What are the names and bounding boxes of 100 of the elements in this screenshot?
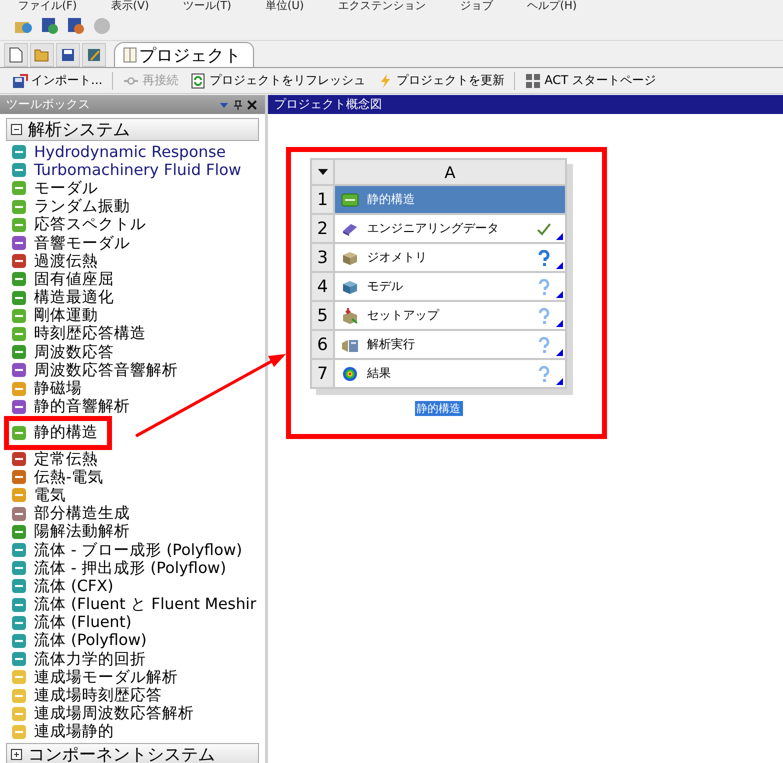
cell-label: ジオメトリ [367, 249, 428, 266]
toolbox-item[interactable]: 流体力学的回折 [12, 650, 265, 668]
menu-item[interactable]: 表示(V) [110, 0, 150, 12]
document-icon [123, 47, 137, 63]
toolbox-item[interactable]: 流体 (Fluent) [12, 614, 265, 632]
toolbox-item[interactable]: 流体 (Fluent と Fluent Meshir [12, 596, 265, 614]
cell-label: 静的構造 [367, 191, 416, 208]
project-tab[interactable]: プロジェクト [114, 42, 254, 67]
toolbox-item[interactable]: モーダル [12, 179, 265, 198]
toolbar-button[interactable]: インポート... [10, 72, 104, 89]
toolbox-item[interactable]: Hydrodynamic Response [12, 143, 265, 162]
corner-icon [556, 262, 563, 269]
pin-icon[interactable] [231, 98, 245, 110]
file-icon [9, 47, 23, 63]
toolbox-item[interactable]: 陽解法動解析 [12, 522, 265, 541]
row-number: 3 [311, 243, 334, 272]
system-cell[interactable]: 静的構造 [334, 185, 566, 214]
pencil-icon [87, 48, 101, 62]
corner-icon [556, 378, 563, 385]
toolbox-item[interactable]: 固有値座屈 [12, 270, 265, 288]
row-number: 7 [311, 359, 334, 388]
close-icon[interactable] [245, 98, 259, 110]
panel-title: プロジェクト概念図 [274, 96, 382, 113]
refresh-icon [190, 72, 206, 88]
disk-globe-icon[interactable] [40, 16, 60, 36]
toolbox-item[interactable]: 流体 - ブロー成形 (Polyflow) [12, 540, 265, 560]
disk-globe-icon[interactable] [66, 16, 86, 36]
toolbox-item[interactable]: 連成場静的 [12, 722, 265, 741]
menu-item[interactable]: ツール(T) [183, 0, 232, 12]
menu-item[interactable]: 単位(U) [265, 0, 304, 12]
group-header[interactable]: 解析システム [6, 118, 259, 141]
cell-label: 解析実行 [367, 336, 416, 353]
toolbox-item[interactable]: 周波数応答音響解析 [12, 361, 265, 380]
toolbox-item[interactable]: 電気 [12, 486, 265, 505]
toolbox-item[interactable]: 連成場時刻歴応答 [12, 686, 265, 705]
open-folder-button[interactable] [30, 43, 54, 67]
cell-label: エンジニアリングデータ [367, 220, 500, 237]
toolbox-item[interactable]: 構造最適化 [12, 288, 265, 307]
toolbox-item[interactable]: 静的構造 [12, 424, 104, 442]
toolbox-item[interactable]: 周波数応答 [12, 343, 265, 362]
toolbar-button[interactable]: プロジェクトを更新 [375, 72, 506, 89]
corner-icon [556, 349, 563, 356]
system-icon [341, 190, 359, 208]
setup-icon [341, 306, 359, 324]
row-number: 1 [311, 185, 334, 214]
cell-label: セットアップ [367, 307, 440, 324]
row-number: 2 [311, 214, 334, 243]
toolbox-item[interactable]: 静磁場 [12, 379, 265, 398]
corner-icon [556, 233, 563, 240]
save-as-button[interactable] [82, 43, 106, 67]
system-cell[interactable]: ジオメトリ [334, 243, 566, 272]
save-button[interactable] [56, 43, 80, 67]
system-cell[interactable]: 解析実行 [334, 330, 566, 359]
cell-label: モデル [367, 278, 404, 295]
group-title: コンポーネントシステム [28, 744, 215, 763]
new-file-button[interactable] [4, 43, 28, 67]
toolbox-item[interactable]: 部分構造生成 [12, 504, 265, 523]
grid-icon [525, 72, 542, 88]
toolbar-button[interactable]: プロジェクトをリフレッシュ [188, 72, 368, 89]
toolbox-item[interactable]: 応答スペクトル [12, 216, 265, 234]
toolbox-item[interactable]: 時刻歴応答構造 [12, 324, 265, 344]
row-number: 6 [311, 330, 334, 359]
toolbox-item[interactable]: 音響モーダル [12, 234, 265, 252]
menu-item[interactable]: ファイル(F) [18, 0, 77, 12]
toolbox-item[interactable]: 流体 (Polyflow) [12, 632, 265, 650]
group-title: 解析システム [28, 119, 130, 141]
menu-item[interactable]: ジョブ [460, 0, 493, 12]
folder-icon [34, 48, 50, 62]
toolbox-item[interactable]: 静的音響解析 [12, 398, 265, 416]
corner-icon [556, 291, 563, 298]
toolbox-item[interactable]: 流体 - 押出成形 (Polyflow) [12, 559, 265, 578]
system-cell[interactable]: 結果 [334, 359, 566, 388]
toolbox-item[interactable]: 伝熱-電気 [12, 468, 265, 486]
corner-icon [556, 320, 563, 327]
toolbox-item[interactable]: 過渡伝熱 [12, 252, 265, 270]
row-number: 4 [311, 272, 334, 301]
toolbox-item[interactable]: 流体 (CFX) [12, 577, 265, 596]
column-header: A [334, 159, 566, 185]
toolbox-item[interactable]: 連成場モーダル解析 [12, 668, 265, 686]
collapse-icon[interactable] [11, 124, 22, 135]
toolbox-item[interactable]: Turbomachinery Fluid Flow [12, 161, 265, 180]
system-cell[interactable]: モデル [334, 272, 566, 301]
panel-title: ツールボックス [6, 96, 91, 113]
menu-cell[interactable] [311, 159, 334, 185]
system-cell[interactable]: セットアップ [334, 301, 566, 330]
system-cell[interactable]: エンジニアリングデータ [334, 214, 566, 243]
toolbox-item[interactable]: ランダム振動 [12, 198, 265, 216]
toolbox-item[interactable]: 定常伝熱 [12, 450, 265, 468]
menu-item[interactable]: ヘルプ(H) [526, 0, 577, 12]
toolbox-item[interactable]: 連成場周波数応答解析 [12, 704, 265, 723]
toolbar-button[interactable]: ACT スタートページ [523, 72, 658, 89]
toolbox-item[interactable]: 剛体運動 [12, 306, 265, 325]
sphere-icon [341, 364, 359, 382]
menu-item[interactable]: エクステンション [338, 0, 426, 12]
row-number: 5 [311, 301, 334, 330]
dropdown-icon[interactable] [318, 169, 328, 175]
system-caption[interactable]: 静的構造 [414, 401, 462, 416]
group-header[interactable]: コンポーネントシステム [6, 743, 259, 763]
expand-icon[interactable] [11, 749, 22, 760]
import-icon [12, 72, 28, 88]
